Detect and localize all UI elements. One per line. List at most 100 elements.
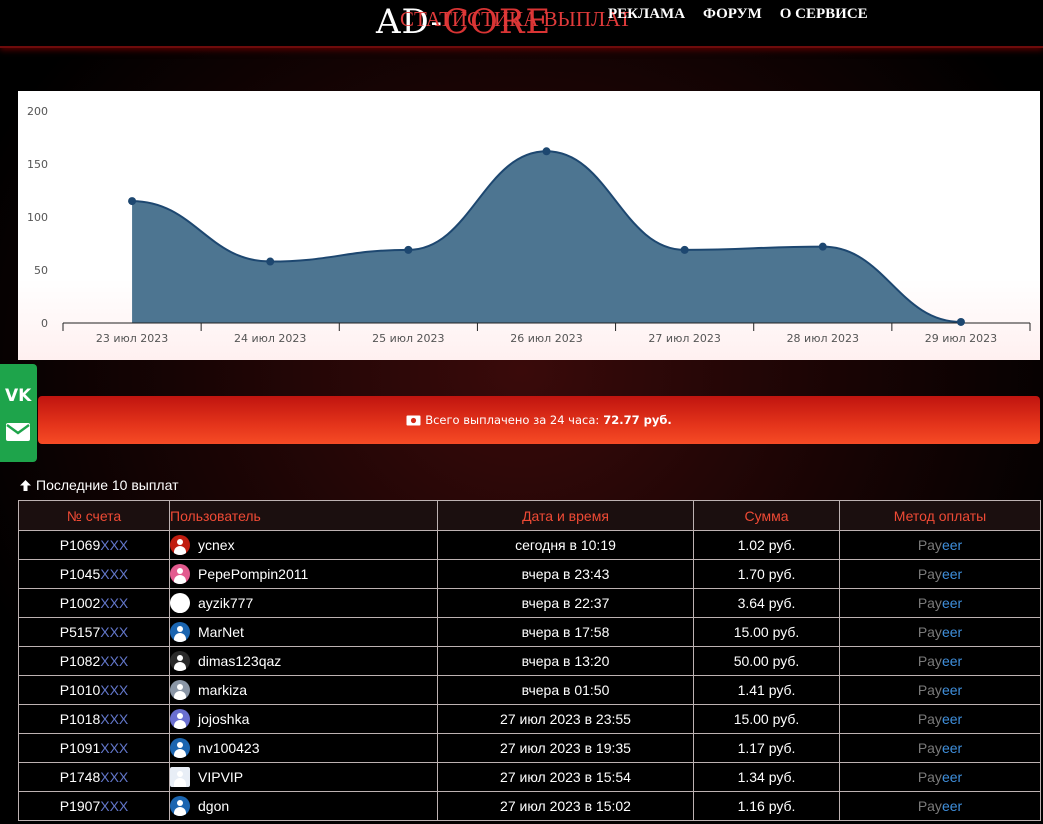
account-cell: P5157XXX [18, 617, 170, 647]
payeer-logo-eer: eer [941, 566, 963, 582]
account-number: P1010 [59, 682, 101, 698]
x-tick-label: 27 июл 2023 [648, 332, 720, 345]
x-tick-label: 28 июл 2023 [787, 332, 859, 345]
data-point [128, 197, 137, 206]
table-row: P1907XXX dgon 27 июл 2023 в 15:02 1.16 руб.… [18, 791, 1041, 821]
payment-method-cell: Payeer [839, 704, 1041, 734]
series-area [132, 151, 961, 323]
sum-cell: 50.00 руб. [693, 646, 840, 676]
payeer-logo-pay: Pay [917, 711, 942, 727]
payeer-logo-eer: eer [941, 653, 963, 669]
sum-cell: 1.34 руб. [693, 762, 840, 792]
nav-link-forum[interactable]: ФОРУМ [703, 6, 762, 23]
banner-amount: 72.77 руб. [603, 413, 672, 427]
banner-text: Всего выплачено за 24 часа: [425, 413, 600, 427]
sum-cell: 15.00 руб. [693, 704, 840, 734]
payeer-logo-eer: eer [941, 798, 963, 814]
account-cell: P1069XXX [18, 530, 170, 560]
x-tick-label: 24 июл 2023 [234, 332, 306, 345]
account-cell: P1091XXX [18, 733, 170, 763]
sum-cell: 1.17 руб. [693, 733, 840, 763]
x-tick-label: 26 июл 2023 [510, 332, 582, 345]
y-tick-label: 0 [41, 317, 48, 330]
avatar [170, 709, 190, 729]
account-cell: P1010XXX [18, 675, 170, 705]
payeer-logo-eer: eer [941, 624, 963, 640]
account-mask: XXX [100, 566, 129, 582]
payeer-logo-pay: Pay [917, 624, 942, 640]
avatar [170, 593, 190, 613]
y-tick-label: 50 [34, 264, 48, 277]
sum-cell: 1.41 руб. [693, 675, 840, 705]
user-cell: dimas123qaz [169, 646, 438, 676]
date-cell: вчера в 17:58 [437, 617, 694, 647]
data-point [818, 242, 827, 251]
table-row: P1002XXX ayzik777 вчера в 22:37 3.64 руб. Pa… [18, 588, 1041, 618]
avatar [170, 680, 190, 700]
payeer-logo-eer: eer [941, 711, 963, 727]
sum-cell: 1.16 руб. [693, 791, 840, 821]
payment-method-cell: Payeer [839, 559, 1041, 589]
user-cell: MarNet [169, 617, 438, 647]
x-tick-label: 25 июл 2023 [372, 332, 444, 345]
username: VIPVIP [198, 769, 244, 785]
payment-method-cell: Payeer [839, 733, 1041, 763]
account-cell: P1002XXX [18, 588, 170, 618]
payout-chart: 0 50 100 150 200 23 июл 2023 24 июл 2023 25 июл… [18, 91, 1040, 360]
payment-method-cell: Payeer [839, 762, 1041, 792]
section-title-text: Последние 10 выплат [36, 477, 179, 493]
nav-link-about[interactable]: О СЕРВИСЕ [780, 6, 868, 23]
table-row: P1010XXX markiza вчера в 01:50 1.41 руб. Pay… [18, 675, 1041, 705]
y-tick-label: 200 [27, 105, 48, 118]
date-cell: вчера в 22:37 [437, 588, 694, 618]
chart-canvas: 0 50 100 150 200 23 июл 2023 24 июл 2023 25 июл… [27, 105, 1031, 345]
y-tick-label: 100 [27, 211, 48, 224]
user-cell: dgon [169, 791, 438, 821]
date-cell: вчера в 13:20 [437, 646, 694, 676]
account-mask: XXX [100, 595, 129, 611]
date-cell: 27 июл 2023 в 15:54 [437, 762, 694, 792]
table-row: P1748XXX VIPVIP 27 июл 2023 в 15:54 1.34 ру… [18, 762, 1041, 792]
username: PepePompin2011 [198, 566, 309, 582]
payeer-logo-eer: eer [941, 682, 963, 698]
table-row: P1069XXX ycnex сегодня в 10:19 1.02 руб. Pay… [18, 530, 1041, 560]
account-mask: XXX [100, 769, 129, 785]
account-cell: P1045XXX [18, 559, 170, 589]
mail-icon[interactable] [5, 421, 31, 443]
date-cell: вчера в 01:50 [437, 675, 694, 705]
account-cell: P1907XXX [18, 791, 170, 821]
payeer-logo-pay: Pay [917, 769, 942, 785]
section-title: Последние 10 выплат [19, 477, 179, 493]
table-row: P1018XXX jojoshka 27 июл 2023 в 23:55 15.00… [18, 704, 1041, 734]
account-number: P1748 [59, 769, 101, 785]
avatar [170, 767, 190, 787]
column-header-date: Дата и время [437, 500, 694, 531]
payeer-logo-pay: Pay [917, 682, 942, 698]
sum-cell: 3.64 руб. [693, 588, 840, 618]
vk-icon[interactable]: VK [4, 386, 32, 404]
account-number: P1018 [59, 711, 101, 727]
sum-cell: 1.70 руб. [693, 559, 840, 589]
svg-text:VK: VK [5, 386, 32, 404]
account-mask: XXX [100, 682, 129, 698]
date-cell: 27 июл 2023 в 19:35 [437, 733, 694, 763]
x-tick-label: 29 июл 2023 [925, 332, 997, 345]
sum-cell: 1.02 руб. [693, 530, 840, 560]
user-cell: nv100423 [169, 733, 438, 763]
nav-link-ads[interactable]: РЕКЛАМА [608, 6, 685, 23]
user-cell: ycnex [169, 530, 438, 560]
account-number: P5157 [59, 624, 101, 640]
account-mask: XXX [100, 798, 129, 814]
user-cell: markiza [169, 675, 438, 705]
account-cell: P1082XXX [18, 646, 170, 676]
payeer-logo-pay: Pay [917, 537, 942, 553]
x-tick-label: 23 июл 2023 [96, 332, 168, 345]
social-sidebar: VK [0, 364, 37, 462]
username: jojoshka [198, 711, 250, 727]
column-header-method: Метод оплаты [839, 500, 1041, 531]
payouts-table: № счета Пользователь Дата и время Сумма … [18, 500, 1041, 821]
date-cell: вчера в 23:43 [437, 559, 694, 589]
site-header: AD-CORE Статистика выплат РЕКЛАМА ФОРУМ … [0, 0, 1043, 48]
account-number: P1907 [59, 798, 101, 814]
sum-cell: 15.00 руб. [693, 617, 840, 647]
